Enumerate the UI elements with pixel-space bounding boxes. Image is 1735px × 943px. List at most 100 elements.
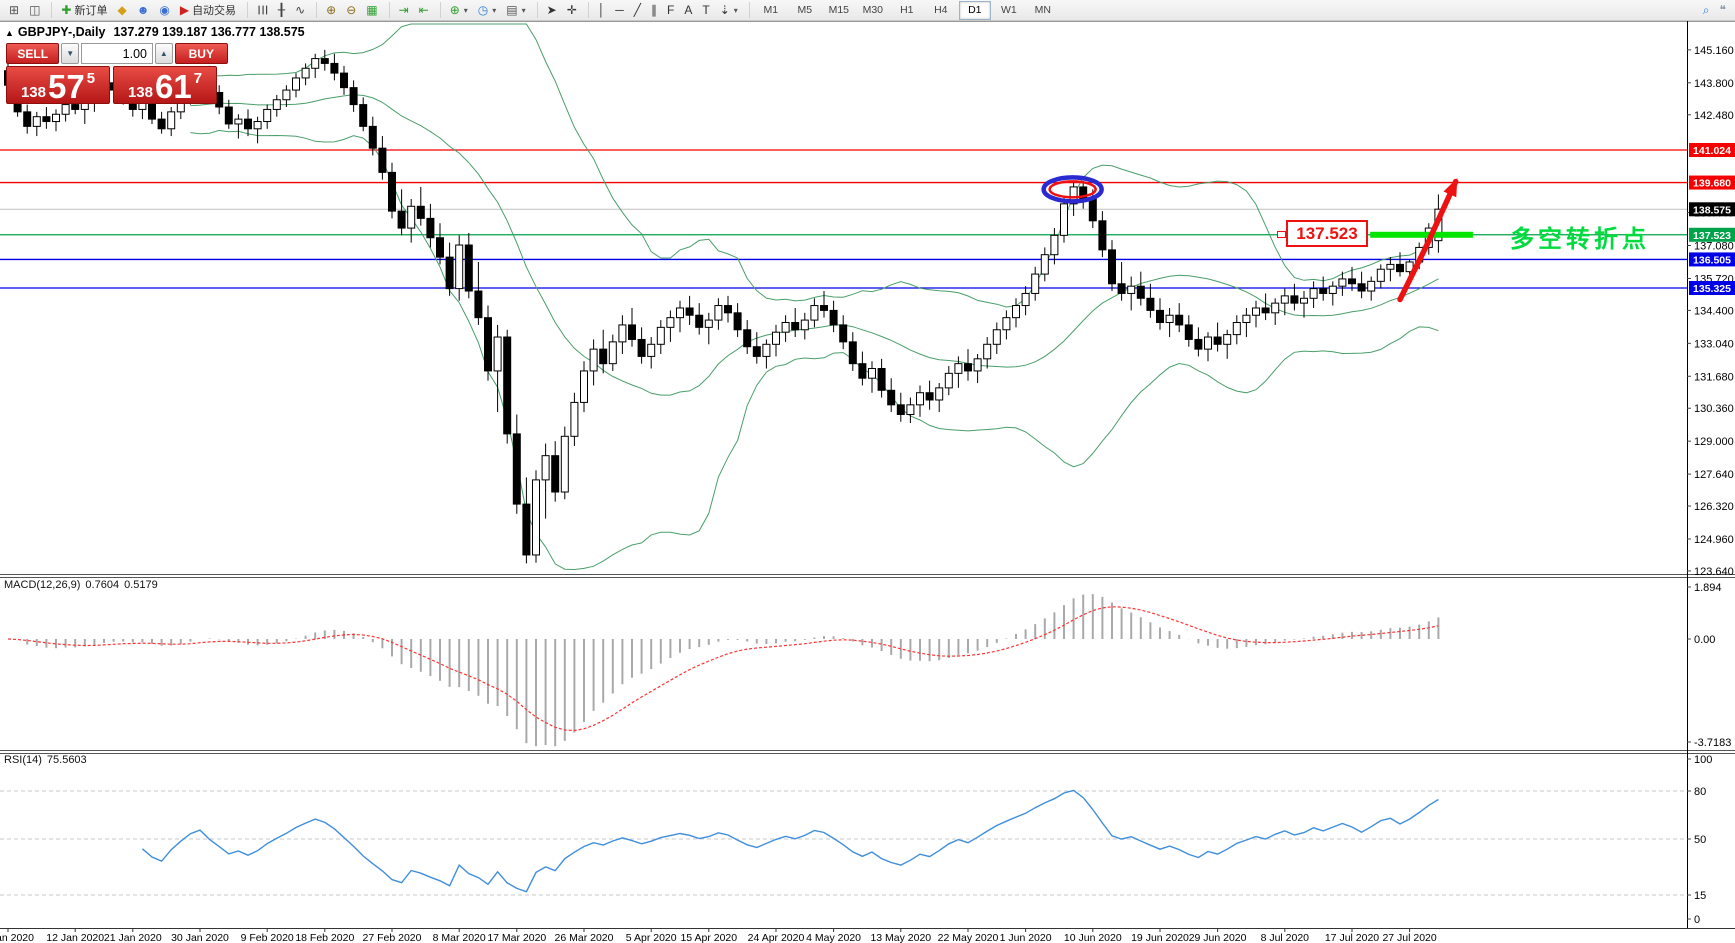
text-icon: A: [684, 4, 692, 16]
crosshair-button[interactable]: ✛: [562, 0, 582, 20]
cursor-button[interactable]: ➤: [542, 0, 562, 20]
candlestick: [1157, 310, 1164, 322]
price-tick-label: 126.320: [1694, 501, 1734, 513]
price-tick-label: 123.640: [1694, 566, 1734, 578]
fibonacci-button[interactable]: F: [662, 0, 679, 20]
add-indicator-button[interactable]: ⊕▾: [445, 0, 473, 20]
candlestick: [1320, 289, 1327, 294]
community-button[interactable]: ☻: [132, 0, 155, 20]
candlestick: [1329, 286, 1336, 293]
volume-increase-button[interactable]: ▲: [155, 43, 173, 64]
arrows-button[interactable]: ⇣▾: [715, 0, 743, 20]
rsi-tick-label: 0: [1694, 914, 1700, 926]
price-tick-label: 137.080: [1694, 241, 1734, 253]
periodicity-button[interactable]: ◷▾: [473, 0, 502, 20]
turning-point-label[interactable]: 多空转折点: [1510, 219, 1650, 254]
templates-button[interactable]: ▤▾: [501, 0, 530, 20]
timeframe-h1[interactable]: H1: [891, 1, 923, 20]
candlestick: [638, 339, 645, 356]
date-tick-label: 26 Mar 2020: [555, 932, 614, 943]
volume-decrease-button[interactable]: ▼: [61, 43, 79, 64]
bid-price-badge-text: 138.575: [1693, 204, 1731, 216]
date-tick-label: 27 Jul 2020: [1382, 932, 1436, 943]
price-tick-label: 142.480: [1694, 110, 1734, 122]
timeframe-mn[interactable]: MN: [1027, 1, 1059, 20]
cursor-icon: ➤: [547, 4, 557, 16]
candlestick: [888, 390, 895, 405]
text-label-button[interactable]: T: [697, 0, 714, 20]
chart-shift-button[interactable]: ⇤: [414, 0, 434, 20]
chevron-down-icon: ▾: [492, 6, 496, 15]
line-chart-button[interactable]: ∿: [290, 0, 310, 20]
candlestick: [245, 119, 252, 129]
equidistant-channel-button[interactable]: ∥: [646, 0, 662, 20]
date-tick-label: 17 Mar 2020: [487, 932, 546, 943]
price-chart[interactable]: 145.160143.800142.480138.440137.080135.7…: [0, 0, 1735, 943]
candlestick: [158, 119, 165, 129]
candlestick: [1301, 298, 1308, 303]
timeframe-d1[interactable]: D1: [959, 1, 991, 20]
candlestick-chart-button[interactable]: ╂: [273, 0, 290, 20]
new-order-button[interactable]: ✚新订单: [56, 0, 112, 20]
timeframe-m15[interactable]: M15: [823, 1, 855, 20]
sell-button[interactable]: SELL: [6, 43, 59, 64]
tile-windows-icon: ▦: [366, 4, 377, 16]
bar-chart-button[interactable]: ☰: [252, 0, 273, 20]
date-tick-label: 8 Jul 2020: [1261, 932, 1310, 943]
date-tick-label: 10 Jun 2020: [1064, 932, 1122, 943]
market-watch-button[interactable]: ⊞: [4, 0, 24, 20]
timeframe-m30[interactable]: M30: [857, 1, 889, 20]
vertical-line-button[interactable]: │: [593, 0, 611, 20]
arrows-icon: ⇣: [720, 4, 730, 16]
volume-input[interactable]: [81, 43, 153, 64]
candlestick: [1147, 298, 1154, 310]
timeframe-h4[interactable]: H4: [925, 1, 957, 20]
sell-price-sup: 5: [87, 70, 95, 87]
collapse-panel-icon[interactable]: ▲: [5, 28, 14, 38]
buy-button[interactable]: BUY: [175, 43, 228, 64]
timeframe-m5[interactable]: M5: [789, 1, 821, 20]
timeframe-w1[interactable]: W1: [993, 1, 1025, 20]
candlestick: [667, 318, 674, 328]
candlestick: [1205, 337, 1212, 349]
candlestick: [1339, 279, 1346, 286]
candlestick: [705, 320, 712, 327]
candlestick: [475, 291, 482, 318]
chevron-down-icon: ▾: [734, 6, 738, 15]
candlestick: [955, 364, 962, 374]
buy-price-sup: 7: [194, 70, 202, 87]
date-tick-label: 9 Feb 2020: [241, 932, 294, 943]
timeframe-m1[interactable]: M1: [755, 1, 787, 20]
horizontal-line-button[interactable]: ─: [610, 0, 629, 20]
candlestick: [734, 313, 741, 330]
date-tick-label: 15 Apr 2020: [680, 932, 737, 943]
tile-windows-button[interactable]: ▦: [361, 0, 382, 20]
auto-scroll-button[interactable]: ⇥: [394, 0, 414, 20]
candlestick: [1032, 274, 1039, 293]
zoom-in-button[interactable]: ⊕: [321, 0, 341, 20]
text-button[interactable]: A: [679, 0, 697, 20]
trendline-button[interactable]: ╱: [629, 0, 646, 20]
rsi-value: 75.5603: [47, 754, 87, 766]
zoom-out-button[interactable]: ⊖: [341, 0, 361, 20]
candlestick: [619, 325, 626, 342]
horizontal-line-icon: ─: [615, 4, 624, 16]
sell-price-display[interactable]: 138575: [6, 66, 110, 104]
data-window-button[interactable]: ◫: [24, 0, 45, 20]
price-tick-label: 145.160: [1694, 45, 1734, 57]
chat-button[interactable]: ❝: [1715, 0, 1731, 20]
price-tag-label[interactable]: 137.523: [1286, 220, 1368, 247]
chart-shift-icon: ⇤: [419, 4, 429, 16]
styler-button[interactable]: ◆: [112, 0, 131, 20]
candlestick: [715, 306, 722, 321]
buy-price-display[interactable]: 138617: [113, 66, 217, 104]
autotrading-button[interactable]: ▶自动交易: [175, 0, 241, 20]
candlestick: [869, 369, 876, 379]
rsi-tick-label: 50: [1694, 834, 1706, 846]
price-tick-label: 129.000: [1694, 436, 1734, 448]
rsi-tick-label: 80: [1694, 786, 1706, 798]
signals-button[interactable]: ◉: [154, 0, 174, 20]
candlestick: [984, 344, 991, 359]
search-button[interactable]: ⌕: [1698, 0, 1715, 20]
support-zone-bar[interactable]: [1370, 232, 1473, 238]
